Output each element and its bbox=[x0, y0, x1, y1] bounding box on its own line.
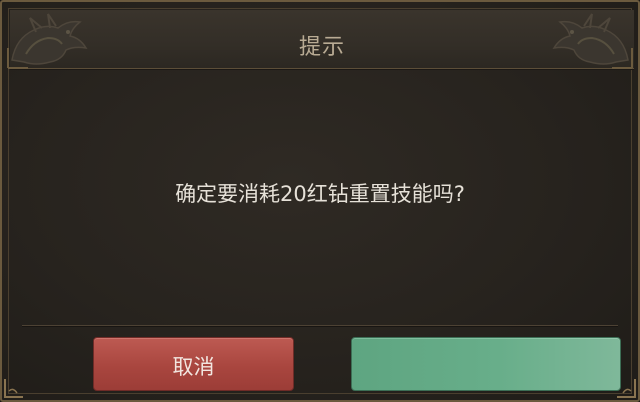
confirm-button[interactable] bbox=[351, 337, 621, 391]
confirm-dialog: 提示 确定要消耗20红钻重置技能吗? 取消 bbox=[0, 0, 640, 402]
corner-ornament-icon bbox=[617, 379, 636, 398]
footer-divider bbox=[22, 325, 618, 326]
dialog-header: 提示 bbox=[10, 10, 634, 69]
dragon-ornament-icon bbox=[552, 13, 633, 69]
cancel-button-label: 取消 bbox=[172, 355, 215, 379]
dialog-title: 提示 bbox=[298, 35, 345, 60]
cancel-button[interactable]: 取消 bbox=[93, 337, 294, 391]
dragon-ornament-icon bbox=[7, 13, 88, 69]
dialog-message: 确定要消耗20红钻重置技能吗? bbox=[175, 182, 465, 206]
corner-ornament-icon bbox=[4, 379, 23, 398]
